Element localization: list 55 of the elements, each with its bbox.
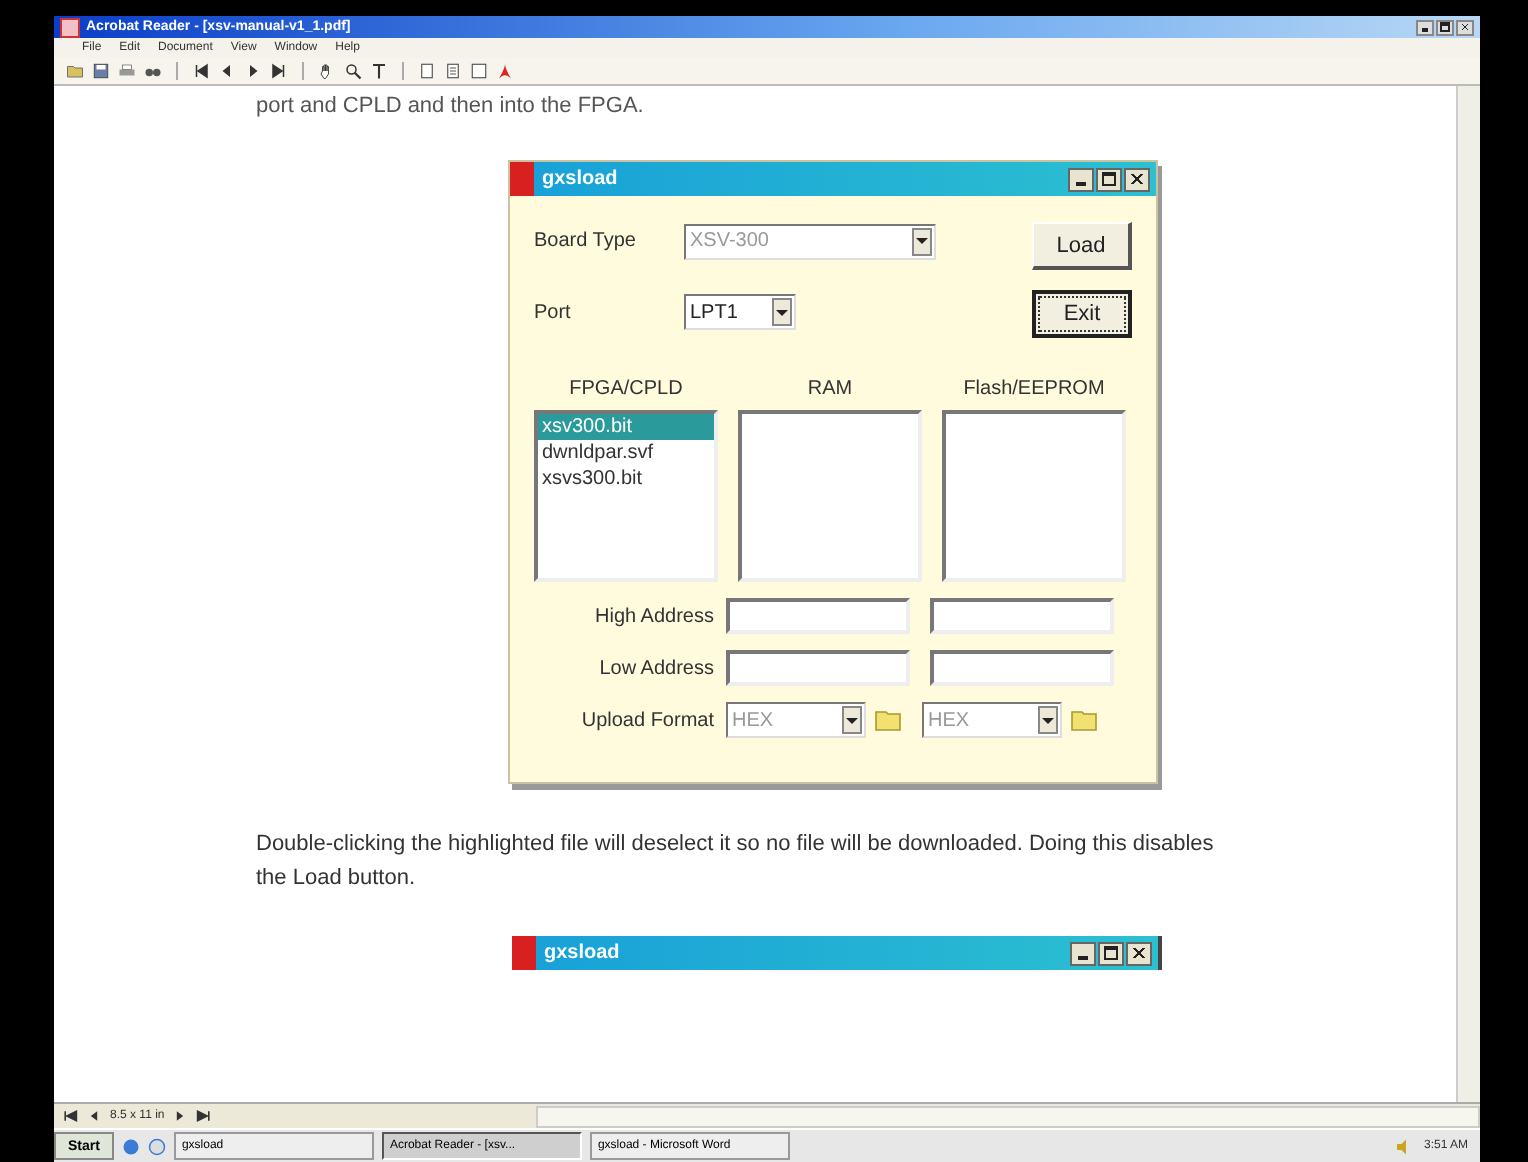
address-input-field[interactable] xyxy=(930,650,1114,686)
next-page-icon[interactable] xyxy=(244,62,262,80)
zoom-icon[interactable] xyxy=(344,62,362,80)
column-heading: FPGA/CPLD xyxy=(569,378,683,400)
file-list-box[interactable]: xsv300.bit dwnldpar.svf xsvs300.bit xyxy=(534,410,718,582)
address-label: High Address xyxy=(593,605,714,627)
minimize-button[interactable] xyxy=(1068,167,1094,191)
acrobat-logo-icon[interactable] xyxy=(496,62,514,80)
maximize-button[interactable] xyxy=(1098,941,1124,965)
column-heading: Flash/EEPROM xyxy=(963,378,1105,400)
address-label: Low Address xyxy=(597,657,714,679)
horizontal-scrollbar[interactable] xyxy=(536,1105,1480,1127)
previous-page-icon[interactable] xyxy=(218,62,236,80)
dialog-title: gxsload xyxy=(542,168,618,190)
maximize-button[interactable] xyxy=(1096,167,1122,191)
address-input-field[interactable] xyxy=(726,650,910,686)
folder-icon[interactable] xyxy=(66,62,84,80)
text-select-icon[interactable] xyxy=(370,62,388,80)
page-icon[interactable] xyxy=(470,62,488,80)
close-button[interactable] xyxy=(1456,19,1474,35)
board-type-label: Board Type xyxy=(534,230,638,253)
dialog-button[interactable]: Load xyxy=(1032,222,1132,270)
file-list-item[interactable]: xsvs300.bit xyxy=(538,466,714,492)
port-label: Port xyxy=(534,301,573,324)
body-paragraph: Double-clicking the highlighted file will deselect it so no file will be downloaded. Doing this disables the Load button. xyxy=(256,830,1216,894)
document-icon xyxy=(60,17,80,37)
address-input-field[interactable] xyxy=(930,598,1114,634)
minimize-button[interactable] xyxy=(1416,19,1434,35)
print-icon[interactable] xyxy=(118,62,136,80)
x-logo-icon xyxy=(510,162,534,196)
port-dropdown[interactable]: LPT1 xyxy=(684,294,796,331)
close-button[interactable] xyxy=(1124,167,1150,191)
address-input-field[interactable] xyxy=(726,598,910,634)
column-heading: RAM xyxy=(807,378,853,400)
file-list-box[interactable] xyxy=(738,410,922,582)
last-page-icon[interactable] xyxy=(196,1108,213,1124)
page-icon[interactable] xyxy=(418,62,436,80)
dialog-title: gxsload xyxy=(544,942,620,964)
dialog-button[interactable]: Exit xyxy=(1032,290,1132,338)
x-logo-icon xyxy=(512,936,536,970)
first-page-icon[interactable] xyxy=(62,1108,78,1124)
close-button[interactable] xyxy=(1126,941,1152,965)
minimize-button[interactable] xyxy=(1070,941,1096,965)
first-page-icon[interactable] xyxy=(192,62,210,80)
last-page-icon[interactable] xyxy=(270,62,288,80)
page-icon[interactable] xyxy=(444,62,462,80)
maximize-button[interactable] xyxy=(1436,19,1454,35)
file-list-box[interactable] xyxy=(942,410,1126,582)
file-list-item[interactable]: dwnldpar.svf xyxy=(538,440,714,466)
next-page-icon[interactable] xyxy=(172,1108,189,1124)
body-text: port and CPLD and then into the FPGA. xyxy=(256,94,646,118)
upload-format-label: Upload Format xyxy=(579,709,714,731)
previous-page-icon[interactable] xyxy=(86,1108,102,1124)
vertical-scrollbar[interactable] xyxy=(1456,86,1480,1102)
save-icon[interactable] xyxy=(92,62,110,80)
